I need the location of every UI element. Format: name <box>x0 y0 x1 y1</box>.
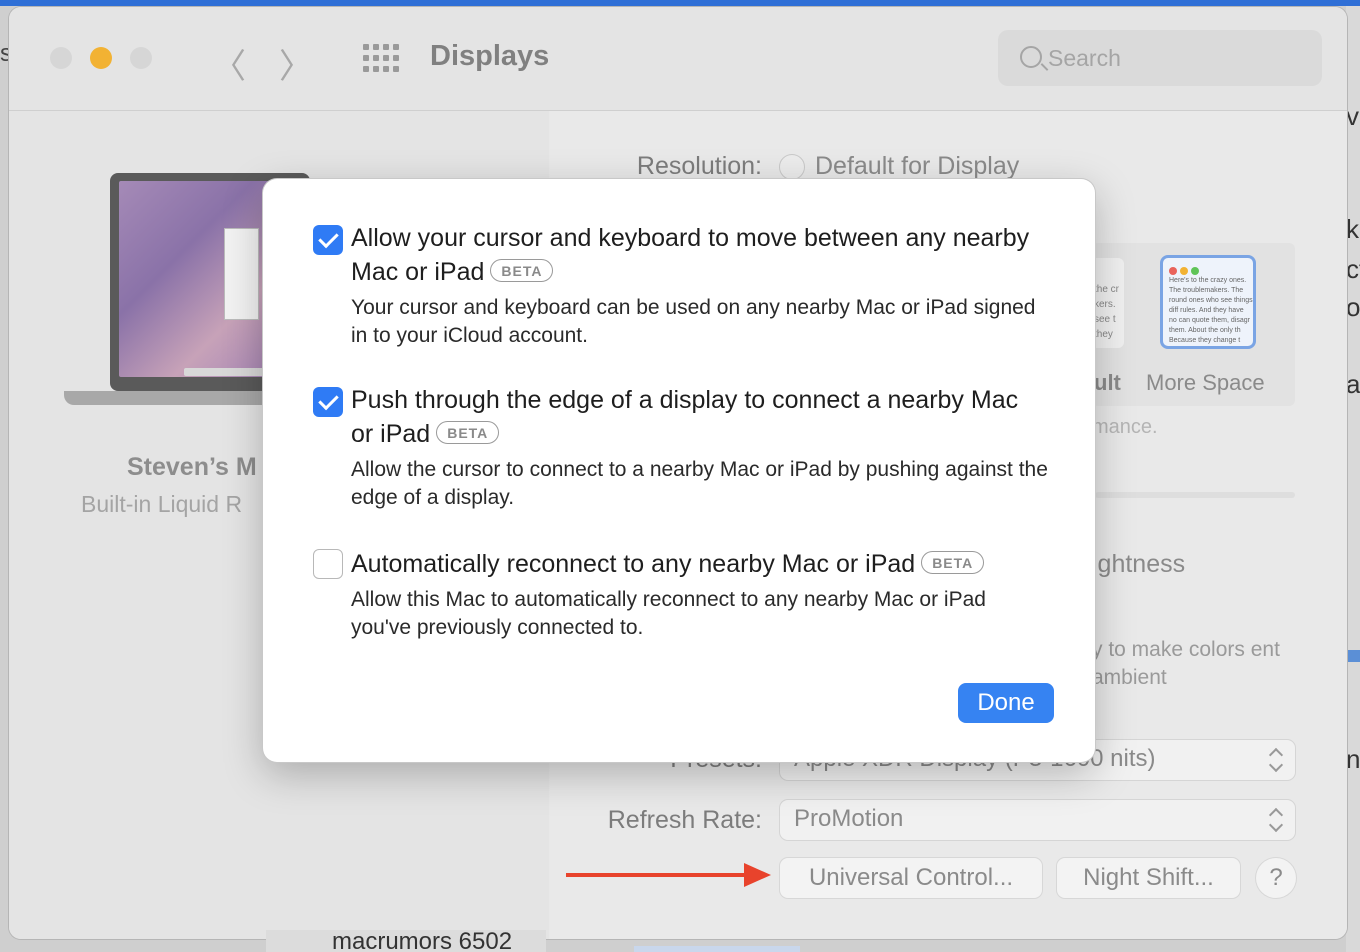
desktop-right-text: k <box>1346 214 1359 244</box>
chevron-updown-icon <box>1269 806 1283 834</box>
universal-control-sheet: Allow your cursor and keyboard to move b… <box>263 179 1095 762</box>
desktop-right-text: or <box>1346 292 1360 322</box>
desktop-right-text: nt <box>1346 744 1360 774</box>
window-preview <box>224 228 259 320</box>
resolution-default-label: Default for Display <box>815 152 1020 180</box>
desktop-right-text: ve <box>1346 101 1360 131</box>
thumbnail-sample-text: Here's to the crazy ones. The troublemak… <box>1169 277 1253 344</box>
option-title: Push through the edge of a display to co… <box>351 386 1019 448</box>
forward-button[interactable]: 〉 <box>279 39 313 88</box>
option-title: Allow your cursor and keyboard to move b… <box>351 224 1030 286</box>
chevron-updown-icon <box>1269 746 1283 774</box>
desktop-right-text: ct <box>1346 254 1360 284</box>
thumbnail-default-caption: ult <box>1094 370 1121 395</box>
chevron-right-icon: 〉 <box>279 47 313 87</box>
desktop-right-text: as <box>1346 369 1360 399</box>
universal-control-button[interactable]: Universal Control... <box>780 858 1042 898</box>
macbook-display-icon[interactable] <box>64 173 310 417</box>
option-title: Automatically reconnect to any nearby Ma… <box>351 547 1041 581</box>
option-description: Your cursor and keyboard can be used on … <box>351 296 1036 347</box>
allow-cursor-checkbox[interactable] <box>313 225 343 255</box>
option-description: Allow this Mac to automatically reconnec… <box>351 588 986 639</box>
annotation-arrow-icon <box>566 863 771 887</box>
device-subtitle: Built-in Liquid R <box>81 491 243 517</box>
dock-preview <box>184 368 264 376</box>
thumbnail-more-space-caption: More Space <box>1146 370 1265 395</box>
performance-note: mance. <box>1092 416 1158 438</box>
help-button[interactable]: ? <box>1256 858 1296 898</box>
search-icon <box>1020 46 1042 68</box>
beta-badge: BETA <box>436 421 500 444</box>
section-divider <box>1095 492 1295 498</box>
night-shift-button[interactable]: Night Shift... <box>1057 858 1240 898</box>
search-input[interactable] <box>1048 40 1298 76</box>
push-through-checkbox[interactable] <box>313 387 343 417</box>
resolution-label: Resolution: <box>636 152 762 180</box>
refresh-rate-popup[interactable]: ProMotion <box>780 800 1295 840</box>
beta-badge: BETA <box>490 259 554 282</box>
bottom-edge-strip <box>634 946 800 952</box>
show-all-grid-icon[interactable] <box>363 44 401 74</box>
thumbnail-more-space[interactable]: Here's to the crazy ones. The troublemak… <box>1160 255 1256 349</box>
zoom-button[interactable] <box>130 47 152 69</box>
device-name: Steven’s M <box>127 453 257 481</box>
title-bar: 〈 〉 Displays <box>9 7 1347 111</box>
close-button[interactable] <box>50 47 72 69</box>
thumbnail-default[interactable]: the cr kers. see t they <box>1092 258 1124 348</box>
window-title: Displays <box>430 40 550 72</box>
back-button[interactable]: 〈 <box>212 39 246 88</box>
refresh-rate-label: Refresh Rate: <box>607 806 762 834</box>
desktop-blue-mark <box>1346 650 1360 662</box>
refresh-rate-value: ProMotion <box>794 805 904 832</box>
done-button[interactable]: Done <box>958 683 1054 723</box>
desktop-top-strip <box>0 0 1360 6</box>
true-tone-description: y to make colors ent ambient <box>1092 638 1280 689</box>
option-description: Allow the cursor to connect to a nearby … <box>351 458 1048 509</box>
auto-reconnect-checkbox[interactable] <box>313 549 343 579</box>
chevron-left-icon: 〈 <box>212 47 246 87</box>
resolution-default-radio[interactable] <box>779 154 805 180</box>
search-field[interactable] <box>998 30 1322 86</box>
brightness-label: ightness <box>1092 550 1186 578</box>
desktop-right-edge: ve k ct or as nt <box>1346 6 1360 952</box>
minimize-button[interactable] <box>90 47 112 69</box>
beta-badge: BETA <box>921 551 985 574</box>
background-bottom-text: macrumors 6502 <box>332 928 513 952</box>
